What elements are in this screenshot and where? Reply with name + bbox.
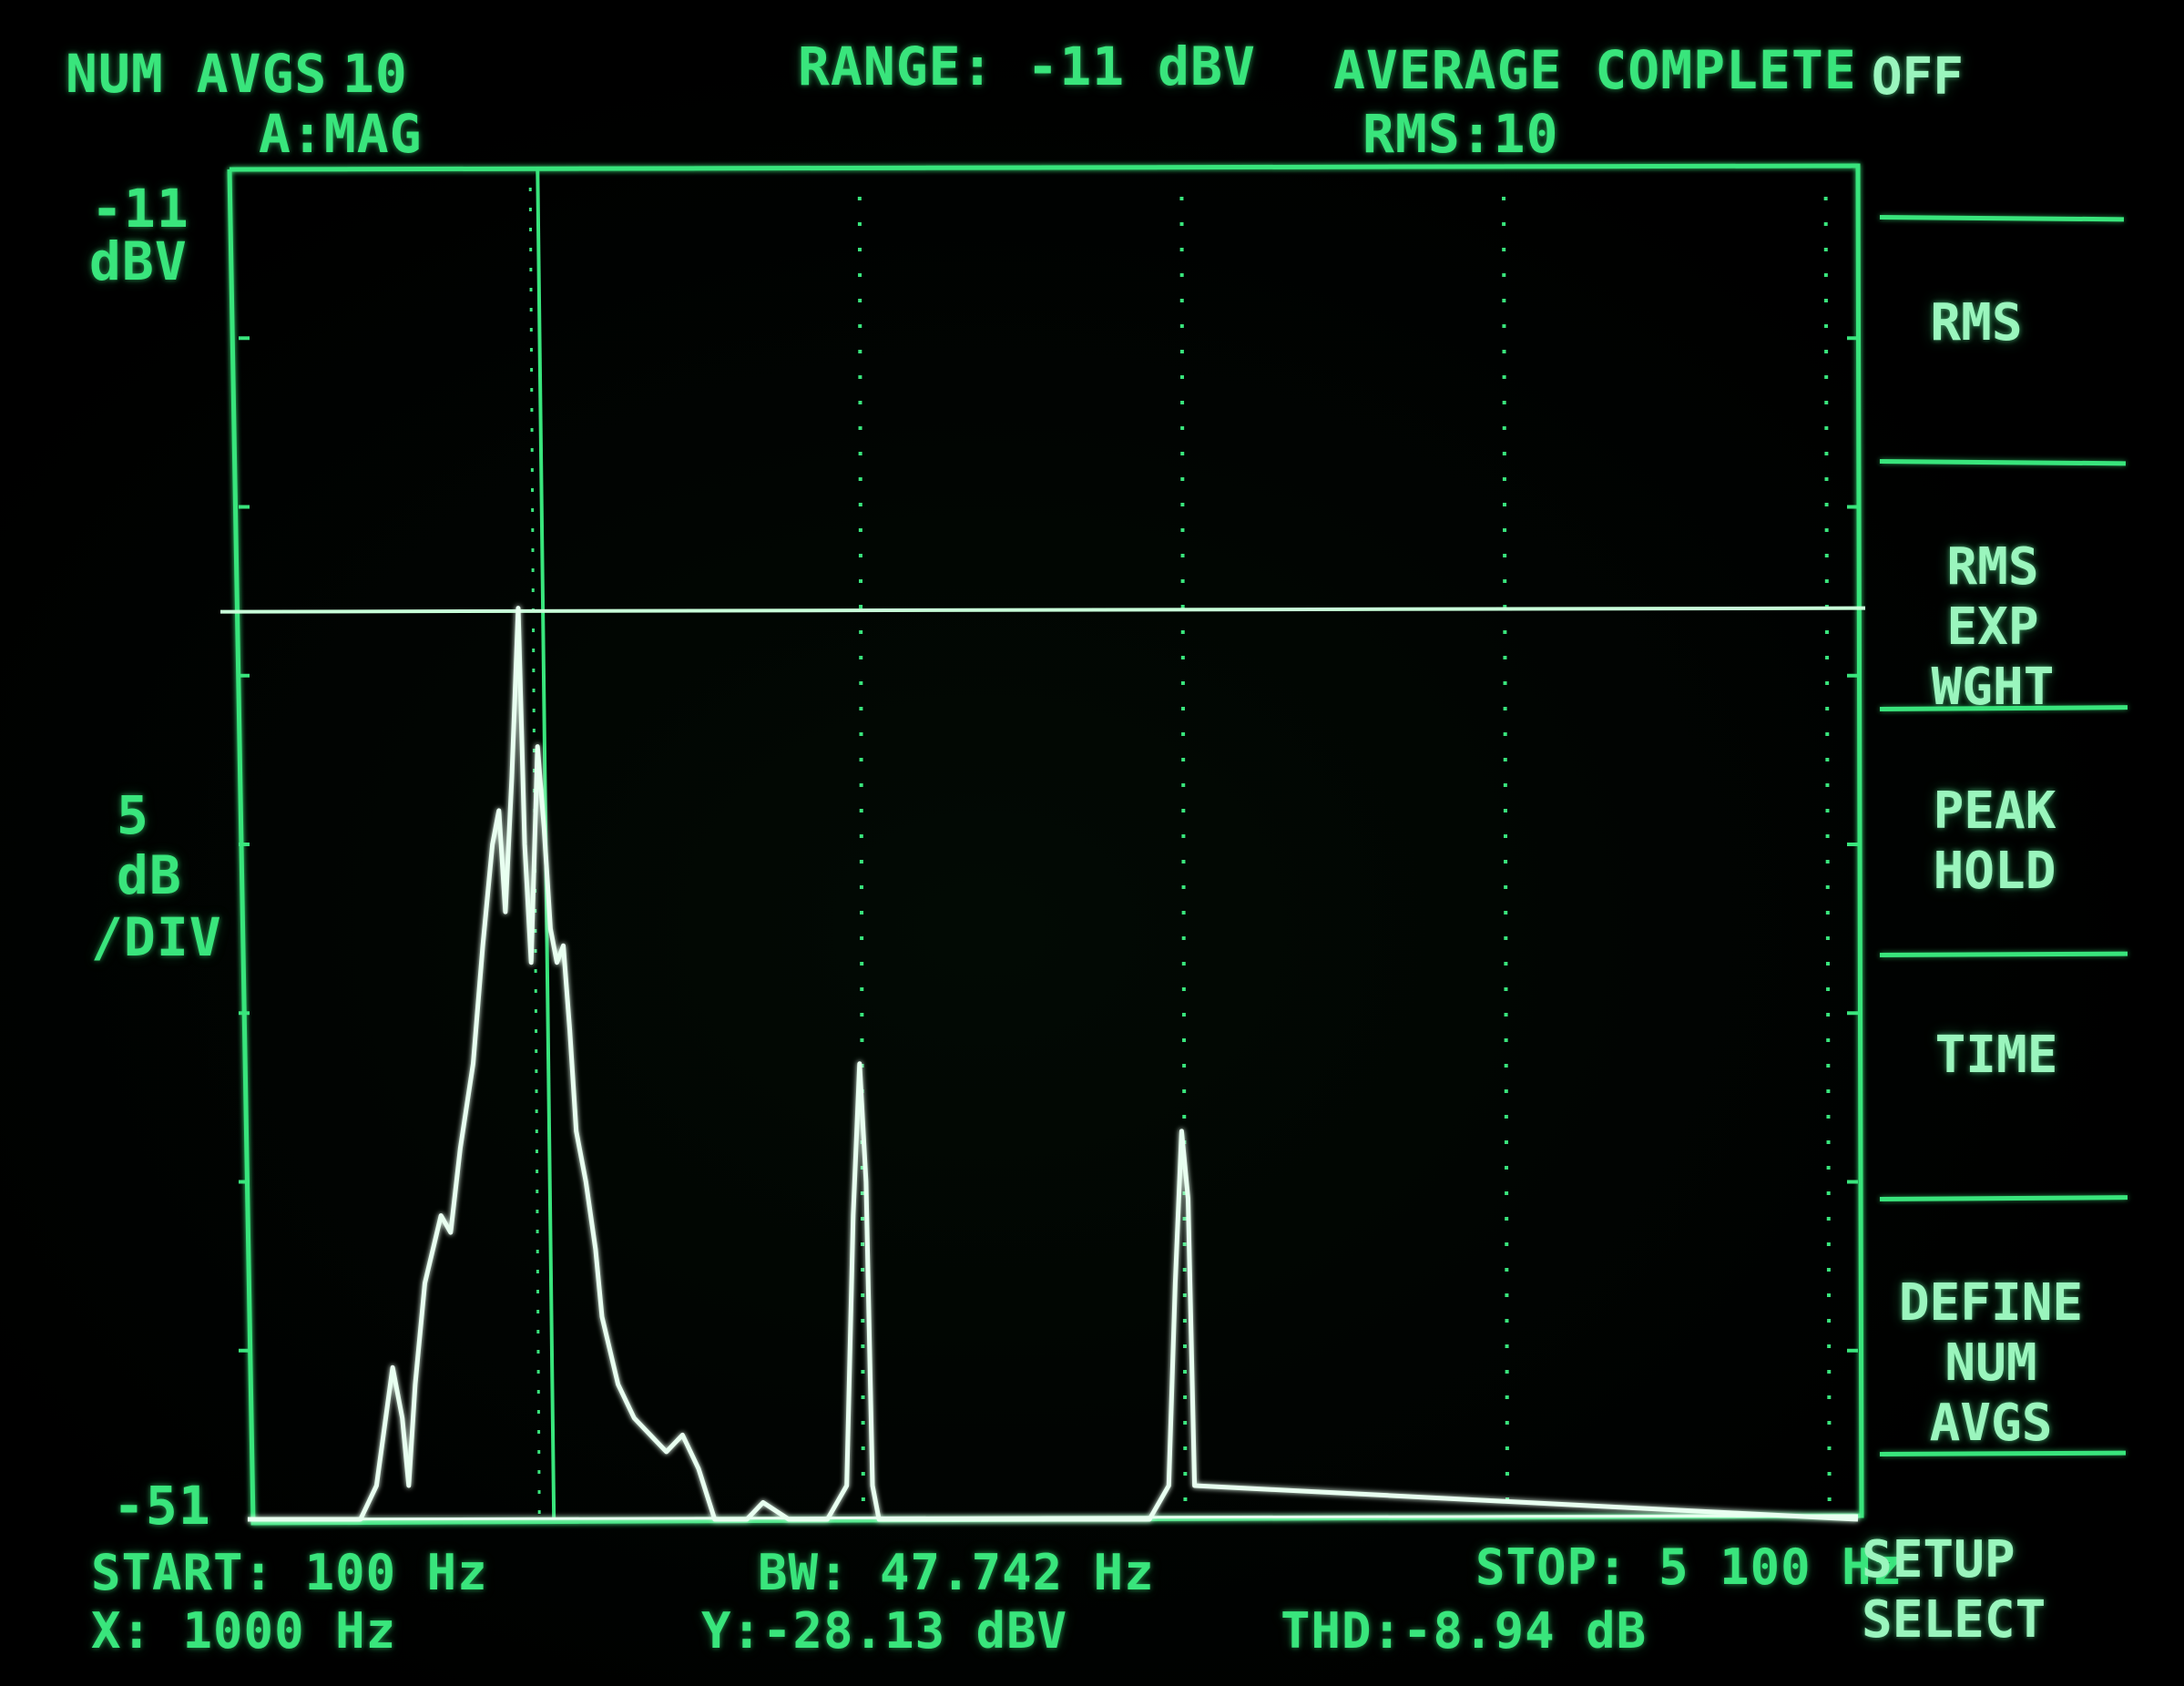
harmonic-marker-line xyxy=(857,196,865,1502)
spectrum-trace xyxy=(248,606,1859,1522)
analyzer-screen: NUM AVGS 10 A:MAG RANGE: -11 dBV AVERAGE… xyxy=(0,0,2184,1686)
harmonic-marker-line xyxy=(1502,196,1510,1502)
spectrum-plot xyxy=(219,163,1866,1526)
harmonic-marker-line xyxy=(1179,196,1188,1502)
harmonic-marker-line xyxy=(1823,196,1832,1502)
marker-horizontal-line xyxy=(219,606,1866,614)
plot-frame-border xyxy=(227,163,1864,1526)
